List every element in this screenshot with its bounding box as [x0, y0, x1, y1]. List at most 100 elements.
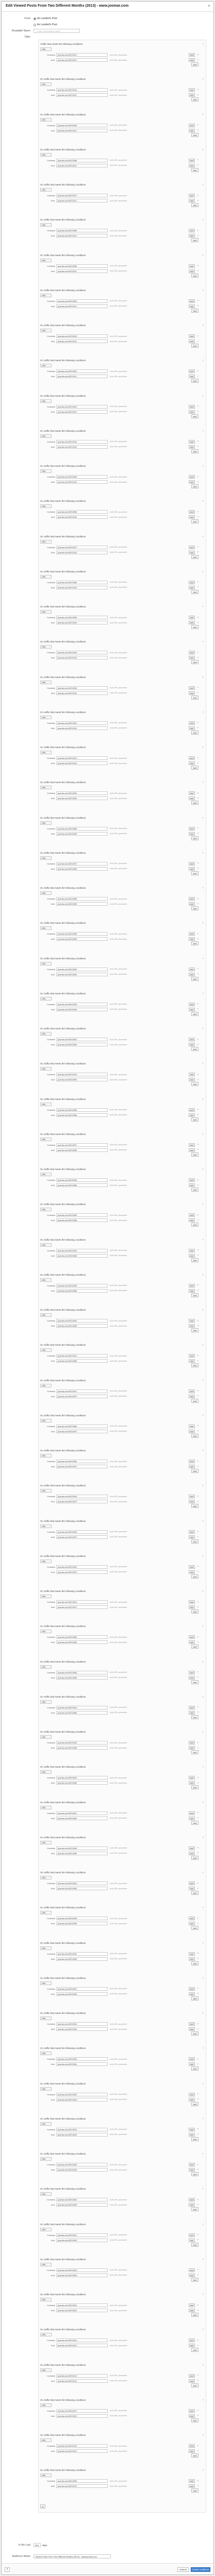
remove-condition-icon[interactable]: ×	[196, 2344, 200, 2347]
remove-group-icon[interactable]: ×	[202, 570, 204, 573]
remove-group-icon[interactable]: ×	[202, 2012, 204, 2015]
condition-value-input[interactable]: joomar.com/2013/06/	[56, 897, 108, 901]
and-condition-button[interactable]: and	[189, 1495, 195, 1499]
condition-value-input[interactable]: joomar.com/2013/07/	[56, 1429, 108, 1433]
and-condition-button[interactable]: and	[189, 1043, 195, 1046]
url-dropdown[interactable]: URL	[40, 329, 52, 332]
condition-value-input[interactable]: joomar.com/2013/07/	[56, 1500, 108, 1504]
condition-operator[interactable]: And	[47, 1078, 56, 1081]
and-button[interactable]: and	[191, 2031, 199, 2036]
condition-operator[interactable]: And	[47, 2168, 56, 2171]
remove-group-icon[interactable]: ×	[202, 2469, 204, 2472]
condition-value-input[interactable]: joomar.com/2013/11/	[56, 340, 108, 343]
condition-operator[interactable]: Contains	[47, 2304, 56, 2307]
remove-condition-icon[interactable]: ×	[196, 973, 200, 976]
remove-group-icon[interactable]: ×	[202, 605, 204, 608]
and-condition-button[interactable]: and	[189, 1882, 195, 1885]
condition-value-input[interactable]: joomar.com/2013/11/	[56, 199, 108, 202]
and-condition-button[interactable]: and	[189, 1987, 195, 1991]
remove-condition-icon[interactable]: ×	[196, 1987, 200, 1990]
url-dropdown[interactable]: URL	[40, 2227, 52, 2231]
condition-operator[interactable]: And	[47, 1290, 56, 1292]
condition-operator[interactable]: And	[47, 1782, 56, 1784]
condition-operator[interactable]: Contains	[47, 897, 56, 900]
remove-group-icon[interactable]: ×	[202, 992, 204, 995]
and-condition-button[interactable]: and	[189, 580, 195, 584]
remove-group-icon[interactable]: ×	[202, 1239, 204, 1242]
url-dropdown[interactable]: URL	[40, 539, 52, 544]
remove-condition-icon[interactable]: ×	[196, 897, 200, 901]
remove-group-icon[interactable]: ×	[202, 711, 204, 714]
condition-value-input[interactable]: joomar.com/2013/11/	[56, 304, 108, 308]
and-condition-button[interactable]: and	[189, 334, 195, 338]
and-button[interactable]: and	[191, 1996, 199, 2001]
and-condition-button[interactable]: and	[189, 861, 195, 866]
condition-operator[interactable]: And	[47, 481, 56, 483]
remove-condition-icon[interactable]: ×	[196, 1219, 200, 1222]
and-button[interactable]: and	[191, 906, 199, 910]
condition-operator[interactable]: And	[47, 2133, 56, 2136]
remove-condition-icon[interactable]: ×	[196, 1606, 200, 1609]
condition-value-input[interactable]: joomar.com/2013/02/	[56, 721, 108, 725]
and-condition-button[interactable]: and	[189, 2198, 195, 2202]
remove-condition-icon[interactable]: ×	[196, 546, 200, 549]
condition-value-input[interactable]: joomar.com/2013/10/	[56, 445, 108, 449]
condition-value-input[interactable]: joomar.com/2013/08/	[56, 826, 108, 831]
condition-operator[interactable]: And	[47, 94, 56, 96]
condition-value-input[interactable]: joomar.com/2013/10/	[56, 480, 108, 484]
remove-condition-icon[interactable]: ×	[196, 862, 200, 865]
and-button[interactable]: and	[191, 2453, 199, 2458]
remove-group-icon[interactable]: ×	[202, 2223, 204, 2226]
condition-value-input[interactable]: joomar.com/2013/09/	[56, 1007, 108, 1011]
condition-operator[interactable]: And	[47, 1500, 56, 1503]
condition-operator[interactable]: Contains	[47, 370, 56, 372]
and-condition-button[interactable]: and	[189, 2092, 195, 2096]
from-option-2[interactable]: As Landed's Post	[37, 23, 57, 26]
remove-condition-icon[interactable]: ×	[196, 199, 200, 202]
remove-condition-icon[interactable]: ×	[196, 1043, 200, 1046]
condition-value-input[interactable]: joomar.com/2013/09/	[56, 832, 108, 836]
remove-condition-icon[interactable]: ×	[196, 1565, 200, 1568]
condition-operator[interactable]: Contains	[47, 1109, 56, 1111]
and-condition-button[interactable]: and	[189, 1073, 195, 1077]
condition-operator[interactable]: And	[47, 1641, 56, 1643]
and-condition-button[interactable]: and	[189, 2374, 195, 2378]
condition-value-input[interactable]: joomar.com/2013/09/	[56, 937, 108, 941]
and-button[interactable]: and	[191, 730, 199, 735]
condition-operator[interactable]: Contains	[47, 511, 56, 513]
and-condition-button[interactable]: and	[189, 1917, 195, 1921]
condition-operator[interactable]: And	[47, 1852, 56, 1855]
url-dropdown[interactable]: URL	[40, 434, 52, 438]
condition-value-input[interactable]: joomar.com/2013/07/	[56, 1389, 108, 1393]
remove-condition-icon[interactable]: ×	[196, 551, 200, 554]
url-dropdown[interactable]: URL	[40, 1102, 52, 1106]
and-condition-button[interactable]: and	[189, 2444, 195, 2448]
condition-value-input[interactable]: joomar.com/2013/03/	[56, 1530, 108, 1534]
condition-value-input[interactable]: joomar.com/2013/05/	[56, 264, 108, 268]
url-dropdown[interactable]: URL	[40, 1805, 52, 1809]
condition-value-input[interactable]: joomar.com/2013/11/	[56, 234, 108, 238]
remove-condition-icon[interactable]: ×	[196, 797, 200, 800]
and-button[interactable]: and	[191, 97, 199, 102]
and-condition-button[interactable]: and	[189, 304, 195, 308]
condition-operator[interactable]: Contains	[47, 616, 56, 619]
condition-operator[interactable]: And	[47, 2239, 56, 2242]
remove-condition-icon[interactable]: ×	[196, 1425, 200, 1428]
remove-group-icon[interactable]: ×	[202, 640, 204, 643]
remove-group-icon[interactable]: ×	[202, 1836, 204, 1839]
and-button[interactable]: and	[191, 976, 199, 981]
condition-value-input[interactable]: joomar.com/2013/03/	[56, 686, 108, 690]
and-condition-button[interactable]: and	[189, 264, 195, 268]
and-condition-button[interactable]: and	[189, 1530, 195, 1534]
condition-operator[interactable]: And	[47, 1676, 56, 1679]
and-condition-button[interactable]: and	[189, 1108, 195, 1112]
and-condition-button[interactable]: and	[189, 616, 195, 619]
condition-operator[interactable]: And	[47, 656, 56, 659]
condition-value-input[interactable]: joomar.com/2013/03/	[56, 334, 108, 338]
remove-condition-icon[interactable]: ×	[196, 1636, 200, 1639]
condition-value-input[interactable]: joomar.com/2013/01/	[56, 2127, 108, 2131]
and-condition-button[interactable]: and	[189, 972, 195, 976]
condition-value-input[interactable]: joomar.com/2013/01/	[56, 1987, 108, 1991]
condition-value-input[interactable]: joomar.com/2013/05/	[56, 1460, 108, 1463]
and-button[interactable]: and	[191, 1750, 199, 1754]
